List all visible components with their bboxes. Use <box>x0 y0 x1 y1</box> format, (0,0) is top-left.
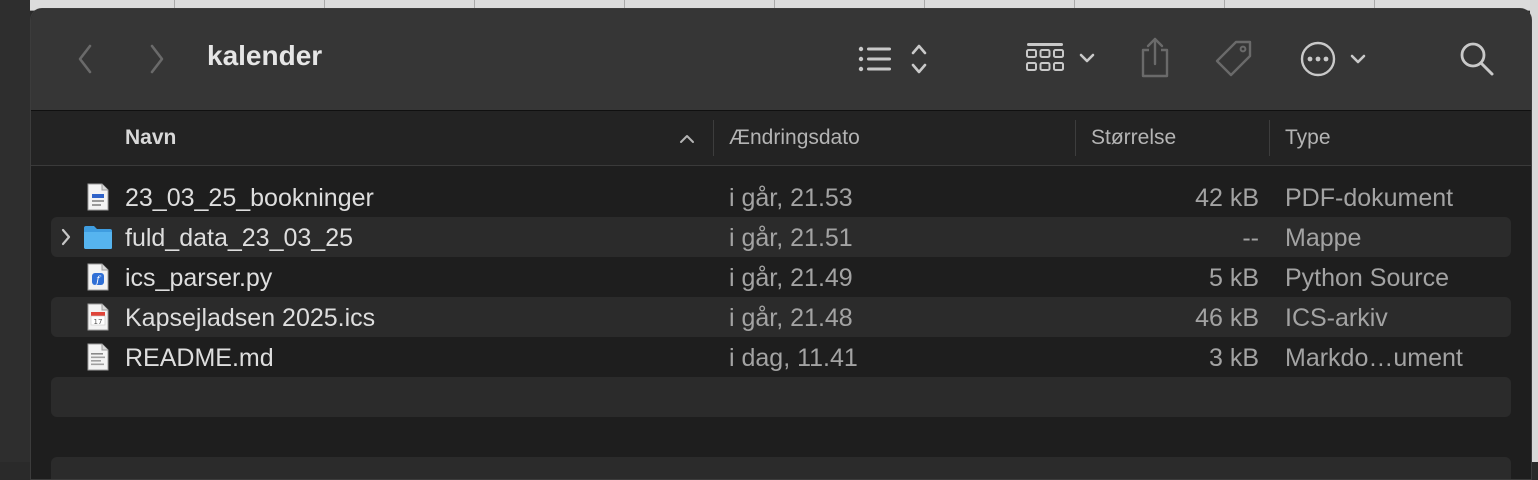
back-button[interactable] <box>73 41 97 77</box>
svg-text:17: 17 <box>94 318 103 326</box>
pdf-icon <box>87 183 109 211</box>
file-date: i går, 21.53 <box>729 184 853 212</box>
search-button[interactable] <box>1457 39 1497 79</box>
group-button[interactable] <box>1025 39 1097 79</box>
share-button[interactable] <box>1137 35 1173 79</box>
file-date: i går, 21.48 <box>729 304 853 332</box>
empty-row <box>51 377 1511 417</box>
file-name: ics_parser.py <box>125 264 273 292</box>
file-size: 42 kB <box>1195 184 1259 212</box>
share-icon <box>1141 37 1169 78</box>
file-row[interactable]: 23_03_25_bookninger i går, 21.53 42 kB P… <box>51 177 1511 217</box>
file-type: PDF-dokument <box>1285 184 1454 212</box>
chevron-left-icon <box>78 44 92 74</box>
calendar-icon: 17 <box>87 303 109 331</box>
background-left-edge <box>0 0 30 462</box>
forward-button[interactable] <box>145 41 169 77</box>
view-options-button[interactable] <box>857 39 935 79</box>
file-type: Markdo…ument <box>1285 344 1463 372</box>
column-separator[interactable] <box>713 120 714 156</box>
file-name: fuld_data_23_03_25 <box>125 224 354 252</box>
sort-ascending-icon[interactable] <box>679 133 695 145</box>
markdown-icon <box>87 343 109 371</box>
search-icon <box>1460 42 1494 76</box>
file-size: 5 kB <box>1208 264 1259 292</box>
column-size-header[interactable]: Størrelse <box>1091 126 1176 150</box>
more-actions-button[interactable] <box>1299 39 1371 79</box>
file-size: 46 kB <box>1195 304 1259 332</box>
file-row[interactable]: README.md i dag, 11.41 3 kB Markdo…ument <box>51 337 1511 377</box>
file-row[interactable]: f ics_parser.py i går, 21.49 5 kB Python… <box>51 257 1511 297</box>
list-view-icon <box>858 44 927 74</box>
folder-row[interactable]: fuld_data_23_03_25 i går, 21.51 -- Mappe <box>51 217 1511 257</box>
file-name: README.md <box>125 344 274 372</box>
folder-icon <box>84 226 112 249</box>
file-name: 23_03_25_bookninger <box>125 184 374 212</box>
file-date: i går, 21.51 <box>729 224 853 252</box>
tag-icon <box>1215 40 1252 77</box>
empty-row <box>51 457 1511 479</box>
disclosure-triangle-icon[interactable] <box>59 226 73 248</box>
file-type: ICS-arkiv <box>1285 304 1388 332</box>
file-date: i går, 21.49 <box>729 264 853 292</box>
column-header: Navn Ændringsdato Størrelse Type <box>31 111 1531 166</box>
chevron-right-icon <box>150 44 164 74</box>
column-date-header[interactable]: Ændringsdato <box>729 126 860 150</box>
file-size: 3 kB <box>1208 344 1259 372</box>
column-separator[interactable] <box>1269 120 1270 156</box>
column-name-header[interactable]: Navn <box>125 126 176 150</box>
window-title: kalender <box>207 40 323 71</box>
file-type: Python Source <box>1285 264 1449 292</box>
ellipsis-circle-icon <box>1300 41 1366 77</box>
column-type-header[interactable]: Type <box>1285 126 1331 150</box>
file-name: Kapsejladsen 2025.ics <box>125 304 376 332</box>
file-type: Mappe <box>1285 224 1362 252</box>
finder-window: kalender Navn Ændringsdato Størrelse Typ… <box>30 8 1532 480</box>
python-icon: f <box>87 263 109 291</box>
grid-group-icon <box>1026 43 1095 71</box>
column-separator[interactable] <box>1075 120 1076 156</box>
toolbar: kalender <box>31 9 1531 111</box>
file-date: i dag, 11.41 <box>729 344 858 372</box>
file-row[interactable]: 17 Kapsejladsen 2025.ics i går, 21.48 46… <box>51 297 1511 337</box>
file-size: -- <box>1242 224 1259 252</box>
tag-button[interactable] <box>1213 39 1255 79</box>
